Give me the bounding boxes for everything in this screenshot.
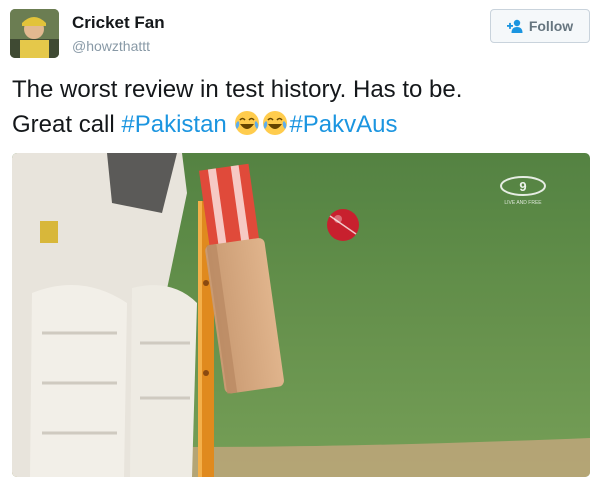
- svg-text:9: 9: [519, 179, 526, 194]
- hashtag-link-pakistan[interactable]: #Pakistan: [121, 111, 226, 138]
- svg-text:LIVE AND FREE: LIVE AND FREE: [504, 200, 542, 206]
- user-handle[interactable]: @howzthattt: [72, 38, 150, 54]
- avatar[interactable]: [10, 9, 59, 58]
- batsman-legs: [12, 153, 197, 477]
- tweet-text-prefix: Great call: [12, 111, 122, 138]
- face-with-tears-of-joy-icon: [235, 111, 260, 135]
- face-with-tears-of-joy-icon: [263, 111, 288, 135]
- user-name[interactable]: Cricket Fan: [72, 13, 165, 33]
- tweet-line-1: The worst review in test history. Has to…: [12, 76, 463, 103]
- follow-label: Follow: [528, 18, 574, 34]
- add-user-icon: [506, 19, 523, 33]
- tweet-media-image[interactable]: 9 LIVE AND FREE: [12, 153, 590, 477]
- tweet-text: The worst review in test history. Has to…: [12, 72, 588, 142]
- hashtag-link-pakvaus[interactable]: #PakvAus: [289, 111, 397, 138]
- tweet-header: Cricket Fan @howzthattt Follow: [10, 9, 590, 61]
- cricket-ball: [327, 209, 359, 241]
- follow-button[interactable]: Follow: [490, 9, 590, 43]
- tweet-line-2: Great call #Pakistan #PakvAus: [12, 107, 588, 142]
